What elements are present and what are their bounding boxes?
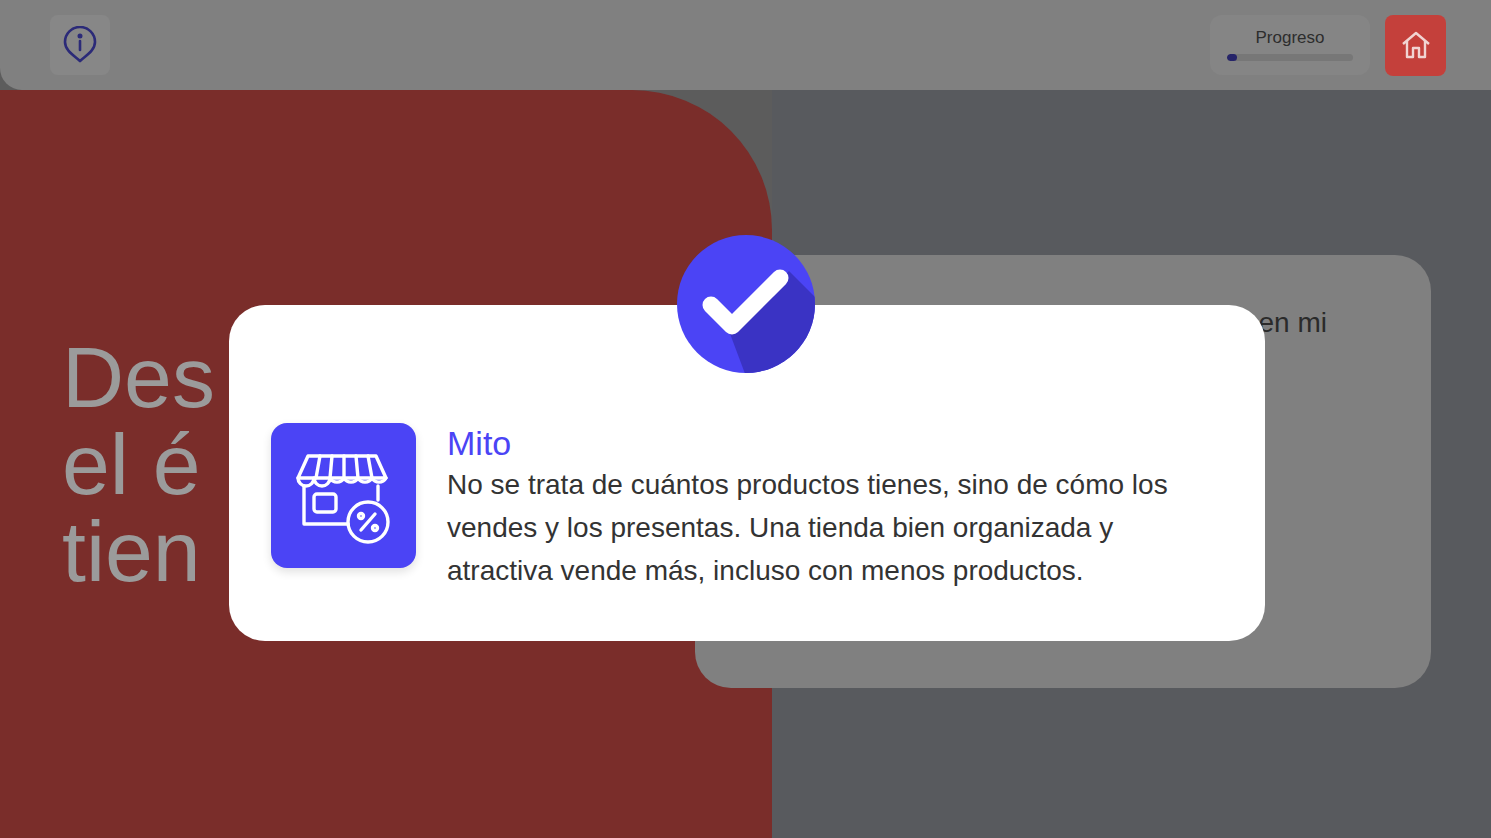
top-bar: Progreso [0, 0, 1491, 90]
store-icon-box [271, 423, 416, 568]
progress-pill: Progreso [1210, 15, 1370, 75]
progress-fill [1227, 54, 1237, 61]
check-badge [677, 235, 815, 373]
info-pin-icon [61, 26, 99, 64]
modal-body: No se trata de cuántos productos tienes,… [447, 463, 1225, 592]
progress-label: Progreso [1256, 29, 1325, 46]
modal-text: MitoNo se trata de cuántos productos tie… [447, 423, 1225, 592]
home-button[interactable] [1385, 15, 1446, 76]
top-actions: Progreso [1210, 15, 1446, 76]
question-text: en mi [1259, 309, 1327, 688]
store-discount-icon [292, 444, 396, 548]
check-icon [677, 235, 815, 373]
info-button[interactable] [50, 15, 110, 75]
home-icon [1399, 28, 1433, 62]
progress-track [1227, 54, 1353, 61]
modal-title: Mito [447, 423, 1225, 463]
page: ProgresoDesel étienen miMitoNo se trata … [0, 0, 1491, 838]
